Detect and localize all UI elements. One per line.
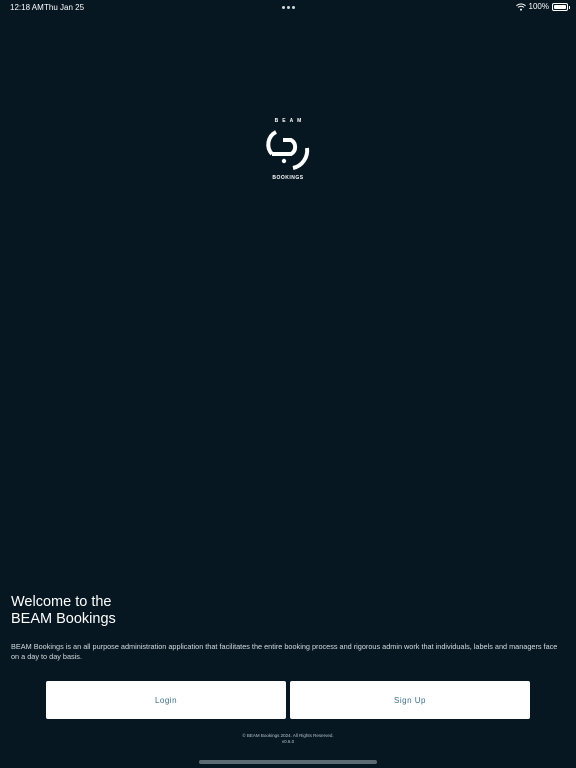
welcome-line-1: Welcome to the bbox=[11, 594, 112, 610]
welcome-title: Welcome to the BEAM Bookings bbox=[11, 594, 116, 628]
status-time: 12:18 AM bbox=[10, 3, 44, 12]
home-indicator[interactable] bbox=[199, 760, 377, 764]
battery-icon bbox=[552, 2, 570, 11]
status-bar: 12:18 AM Thu Jan 25 100% bbox=[0, 0, 576, 16]
multitasking-dots-icon[interactable] bbox=[282, 6, 295, 9]
status-indicators: 100% bbox=[515, 2, 570, 11]
welcome-line-2: BEAM Bookings bbox=[11, 611, 116, 627]
signup-button[interactable]: Sign Up bbox=[290, 681, 530, 719]
login-button[interactable]: Login bbox=[46, 681, 286, 719]
beam-logo: BEAM BOOKINGS bbox=[258, 118, 318, 190]
version-text: v0.6.0 bbox=[281, 739, 295, 744]
status-date: Thu Jan 25 bbox=[44, 3, 85, 12]
logo-top-text: BEAM bbox=[274, 118, 306, 124]
logo-bottom-text: BOOKINGS bbox=[272, 175, 304, 181]
app-description: BEAM Bookings is an all purpose administ… bbox=[11, 642, 558, 661]
battery-percentage: 100% bbox=[528, 2, 549, 11]
wifi-icon bbox=[515, 3, 526, 11]
footer: © BEAM Bookings 2024. All Rights Reserve… bbox=[0, 733, 576, 745]
beam-logo-icon bbox=[266, 130, 310, 170]
